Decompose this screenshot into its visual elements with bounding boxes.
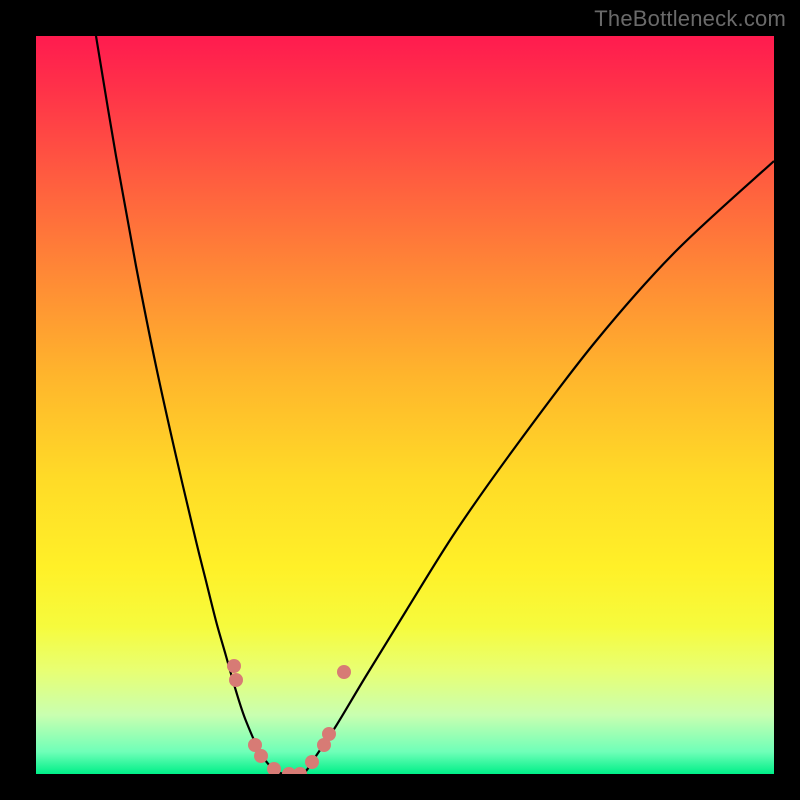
data-marker: [254, 749, 268, 763]
data-marker: [322, 727, 336, 741]
data-marker: [227, 659, 241, 673]
data-marker: [305, 755, 319, 769]
curve-layer: [36, 36, 774, 774]
data-marker: [337, 665, 351, 679]
data-marker: [229, 673, 243, 687]
chart-frame: TheBottleneck.com: [0, 0, 800, 800]
plot-area: [36, 36, 774, 774]
data-marker: [293, 767, 307, 774]
watermark-text: TheBottleneck.com: [594, 6, 786, 32]
bottleneck-curve: [96, 36, 774, 774]
markers-group: [227, 659, 351, 774]
